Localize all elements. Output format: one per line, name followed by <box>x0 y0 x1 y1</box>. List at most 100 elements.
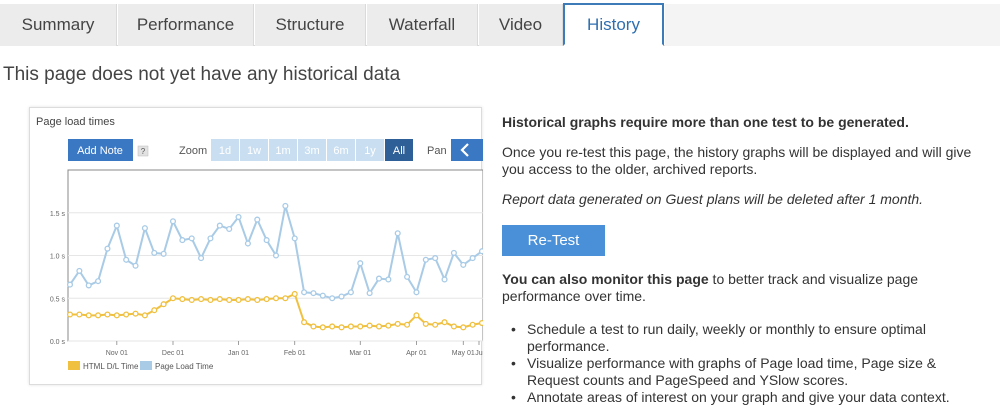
zoom-button-All[interactable]: All <box>385 139 413 161</box>
data-point[interactable] <box>357 260 364 267</box>
data-point[interactable] <box>291 235 298 242</box>
data-point[interactable] <box>235 296 242 304</box>
data-point[interactable] <box>338 324 345 331</box>
zoom-button-1y[interactable]: 1y <box>356 139 384 161</box>
data-point[interactable] <box>85 312 92 319</box>
data-point[interactable] <box>95 312 102 319</box>
data-point[interactable] <box>66 311 74 318</box>
data-point[interactable] <box>460 324 467 331</box>
tab-structure[interactable]: Structure <box>255 4 366 46</box>
zoom-button-1m[interactable]: 1m <box>269 139 297 161</box>
zoom-button-1d[interactable]: 1d <box>211 139 239 161</box>
zoom-button-6m[interactable]: 6m <box>327 139 355 161</box>
data-point[interactable] <box>244 240 251 247</box>
data-point[interactable] <box>366 322 373 329</box>
data-point[interactable] <box>338 293 345 300</box>
data-point[interactable] <box>113 222 120 229</box>
data-point[interactable] <box>310 290 317 297</box>
data-point[interactable] <box>141 312 148 319</box>
data-point[interactable] <box>104 311 111 318</box>
legend-item-html[interactable]: HTML D/L Time <box>68 361 139 371</box>
data-point[interactable] <box>441 319 448 326</box>
data-point[interactable] <box>394 320 401 327</box>
data-point[interactable] <box>151 249 158 256</box>
data-point[interactable] <box>394 230 401 237</box>
help-icon[interactable]: ? <box>137 145 149 157</box>
data-point[interactable] <box>282 202 289 209</box>
data-point[interactable] <box>263 296 270 303</box>
data-point[interactable] <box>132 262 139 269</box>
add-note-button[interactable]: Add Note <box>68 139 133 161</box>
data-point[interactable] <box>282 295 289 302</box>
data-point[interactable] <box>422 320 429 327</box>
data-point[interactable] <box>422 256 429 263</box>
data-point[interactable] <box>179 296 186 303</box>
data-point[interactable] <box>123 256 130 263</box>
data-point[interactable] <box>385 276 392 283</box>
data-point[interactable] <box>413 312 420 319</box>
data-point[interactable] <box>301 319 308 326</box>
tab-video[interactable]: Video <box>479 4 563 46</box>
data-point[interactable] <box>160 250 167 257</box>
data-point[interactable] <box>216 222 223 229</box>
data-point[interactable] <box>188 235 195 242</box>
data-point[interactable] <box>301 289 308 296</box>
data-point[interactable] <box>169 295 177 302</box>
data-point[interactable] <box>169 218 177 225</box>
data-point[interactable] <box>235 213 242 221</box>
data-point[interactable] <box>226 296 233 304</box>
data-point[interactable] <box>244 296 251 303</box>
data-point[interactable] <box>207 296 214 304</box>
data-point[interactable] <box>85 282 92 289</box>
data-point[interactable] <box>319 324 326 331</box>
data-point[interactable] <box>198 255 205 262</box>
data-point[interactable] <box>254 216 261 223</box>
data-point[interactable] <box>385 322 392 329</box>
data-point[interactable] <box>226 225 233 233</box>
data-point[interactable] <box>450 249 457 256</box>
retest-button[interactable]: Re-Test <box>502 225 605 256</box>
data-point[interactable] <box>216 296 223 303</box>
data-point[interactable] <box>375 275 383 282</box>
data-point[interactable] <box>404 273 411 280</box>
data-point[interactable] <box>254 296 261 304</box>
data-point[interactable] <box>141 225 148 232</box>
data-point[interactable] <box>319 292 326 299</box>
data-point[interactable] <box>460 261 467 268</box>
data-point[interactable] <box>404 321 411 328</box>
tab-summary[interactable]: Summary <box>0 4 117 46</box>
data-point[interactable] <box>329 295 336 302</box>
data-point[interactable] <box>469 255 476 262</box>
data-point[interactable] <box>113 312 120 319</box>
data-point[interactable] <box>441 276 448 283</box>
data-point[interactable] <box>132 310 139 317</box>
data-point[interactable] <box>207 235 214 242</box>
data-point[interactable] <box>366 290 373 297</box>
data-point[interactable] <box>347 323 354 330</box>
data-point[interactable] <box>76 311 83 318</box>
data-point[interactable] <box>272 252 280 259</box>
data-point[interactable] <box>263 237 270 244</box>
data-point[interactable] <box>104 245 111 252</box>
data-point[interactable] <box>310 323 317 330</box>
data-point[interactable] <box>478 319 483 327</box>
data-point[interactable] <box>95 278 102 285</box>
data-point[interactable] <box>478 248 483 255</box>
data-point[interactable] <box>179 237 186 244</box>
data-point[interactable] <box>329 323 336 330</box>
data-point[interactable] <box>413 289 420 296</box>
tab-history[interactable]: History <box>563 3 664 46</box>
data-point[interactable] <box>432 321 439 328</box>
zoom-button-1w[interactable]: 1w <box>240 139 268 161</box>
data-point[interactable] <box>151 307 158 314</box>
data-point[interactable] <box>347 289 354 296</box>
data-point[interactable] <box>66 281 74 288</box>
data-point[interactable] <box>375 323 383 330</box>
legend-item-page-load[interactable]: Page Load Time <box>140 361 214 371</box>
data-point[interactable] <box>450 323 457 330</box>
data-point[interactable] <box>432 255 439 262</box>
data-point[interactable] <box>357 323 364 330</box>
data-point[interactable] <box>188 296 195 304</box>
data-point[interactable] <box>272 295 280 302</box>
data-point[interactable] <box>76 267 83 274</box>
